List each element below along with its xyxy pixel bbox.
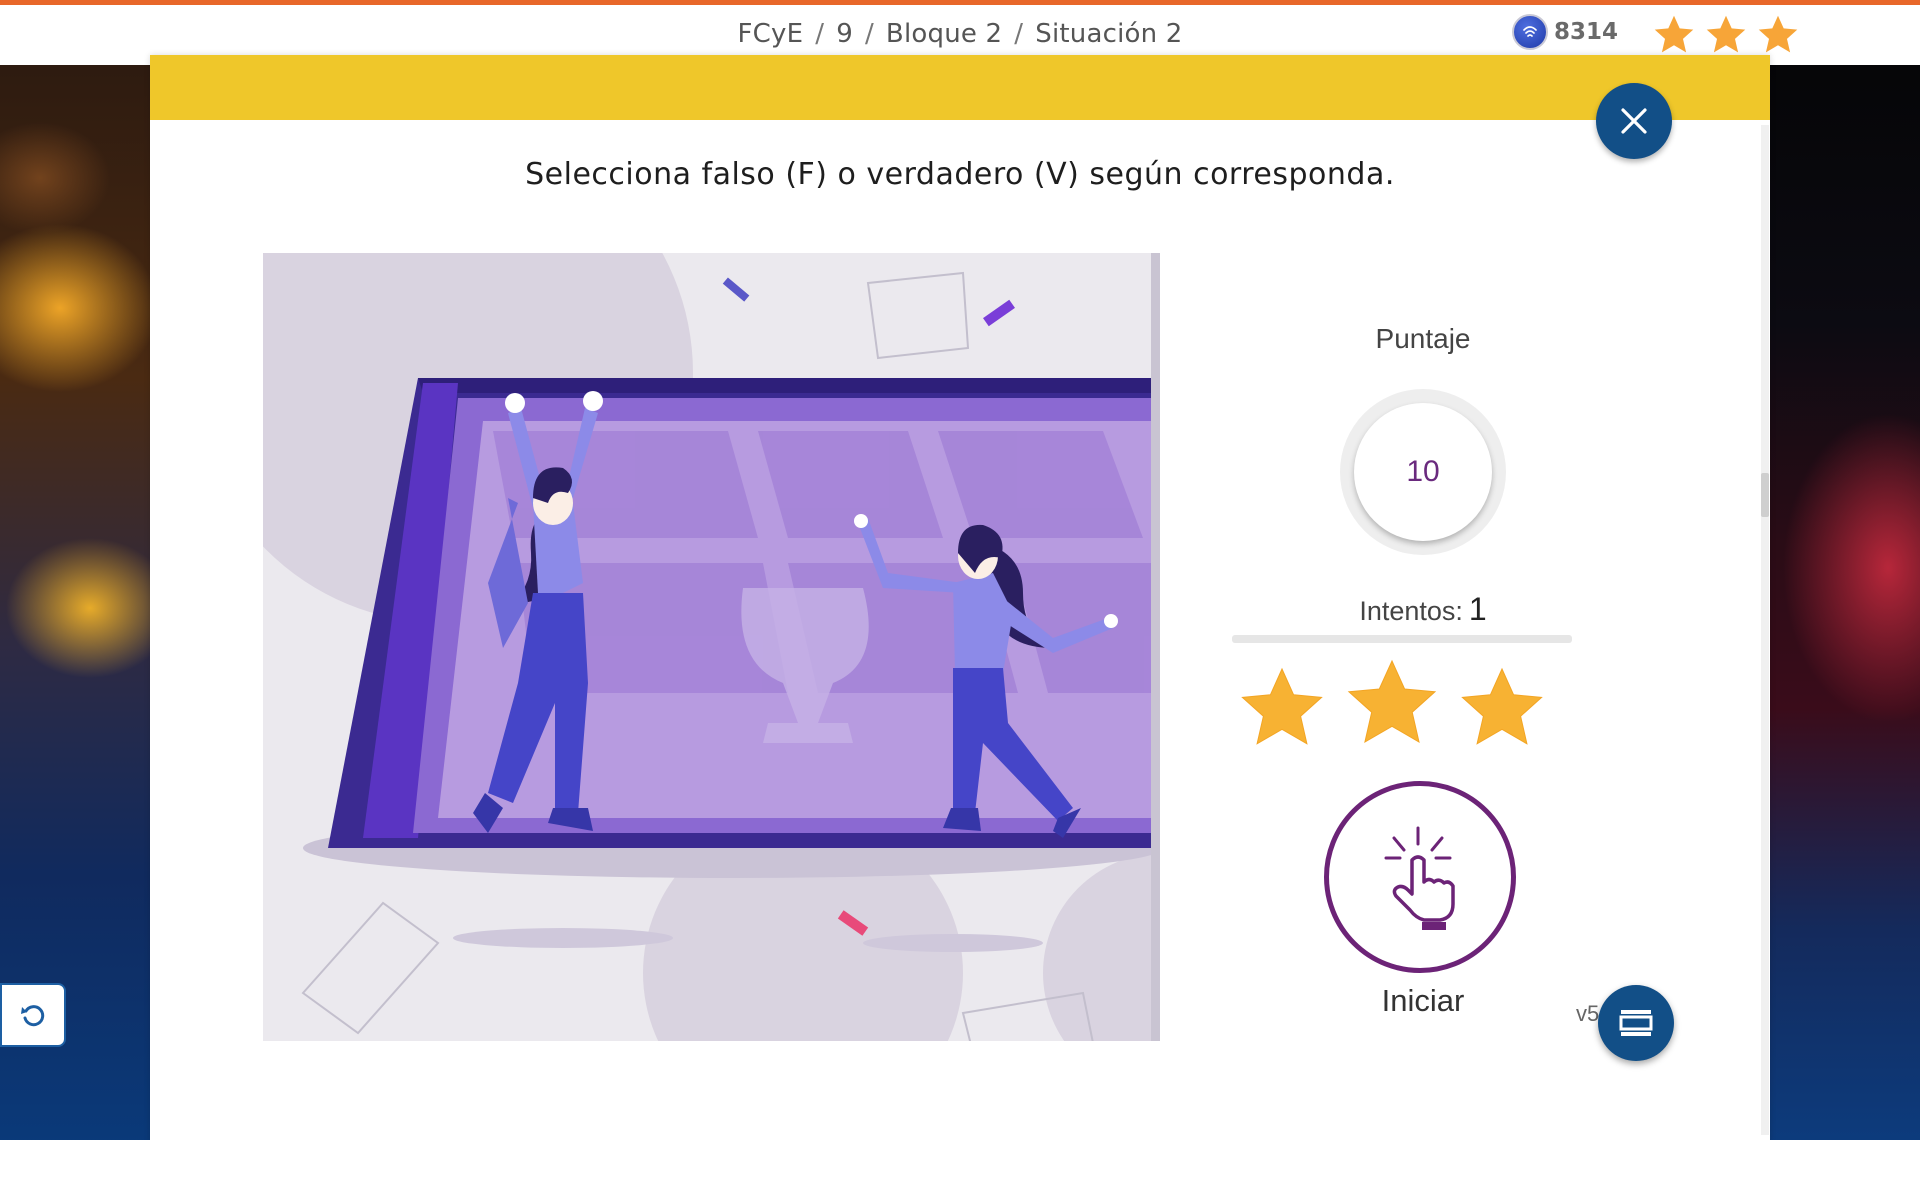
footer-band: [0, 1140, 1920, 1200]
layout-toggle-button[interactable]: [1598, 985, 1674, 1061]
score-value: 10: [1406, 455, 1440, 488]
header-stars: [1652, 13, 1800, 57]
star-icon: [1461, 667, 1543, 745]
star-icon: [1347, 659, 1437, 744]
attempts-value: 1: [1468, 591, 1487, 627]
refresh-button[interactable]: [0, 983, 66, 1047]
coins-counter: 8314: [1512, 14, 1618, 50]
breadcrumb-grade[interactable]: 9: [836, 19, 853, 49]
coin-icon: [1512, 14, 1548, 50]
scrollbar-track[interactable]: [1761, 125, 1769, 1135]
star-icon: [1241, 667, 1323, 745]
activity-illustration: [263, 253, 1160, 1041]
attempts-label: Intentos:: [1359, 596, 1463, 626]
breadcrumb-subject[interactable]: FCyE: [738, 19, 804, 49]
attempts-info: Intentos: 1: [1206, 591, 1640, 628]
refresh-icon: [21, 1005, 45, 1027]
activity-banner: [150, 55, 1770, 120]
breadcrumb: FCyE/9/Bloque 2/Situación 2: [737, 19, 1183, 49]
score-label: Puntaje: [1375, 323, 1471, 354]
score-ring: 10: [1340, 389, 1506, 555]
score-divider: [1232, 635, 1572, 643]
layout-icon: [1619, 1010, 1653, 1036]
activity-panel: Selecciona falso (F) o verdadero (V) seg…: [150, 55, 1770, 1145]
star-icon: [1758, 15, 1798, 53]
star-icon: [1706, 15, 1746, 53]
scrollbar-thumb[interactable]: [1761, 473, 1769, 517]
result-stars: [1241, 659, 1543, 745]
breadcrumb-block[interactable]: Bloque 2: [886, 19, 1002, 49]
coins-value: 8314: [1554, 19, 1619, 45]
background-photo-right: [1768, 48, 1920, 1150]
start-label: Iniciar: [1381, 983, 1465, 1018]
activity-instruction: Selecciona falso (F) o verdadero (V) seg…: [525, 157, 1395, 192]
start-button[interactable]: [1324, 781, 1516, 973]
breadcrumb-situation: Situación 2: [1035, 19, 1183, 49]
tap-hand-icon: [1384, 826, 1455, 930]
star-icon: [1654, 15, 1694, 53]
score-panel: Puntaje 10 Intentos: 1 Iniciar: [1206, 253, 1640, 1041]
close-button[interactable]: [1596, 83, 1672, 159]
close-icon: [1621, 108, 1647, 134]
score-circle: 10: [1354, 403, 1492, 541]
